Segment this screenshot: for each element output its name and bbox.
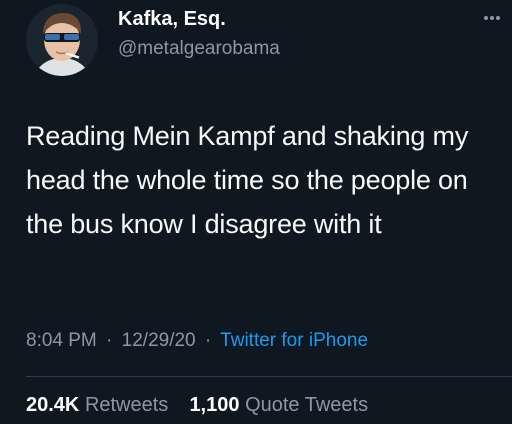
divider	[26, 376, 512, 377]
display-name[interactable]: Kafka, Esq.	[118, 8, 226, 31]
tweet-card: Kafka, Esq. @metalgearobama Reading Mein…	[0, 0, 512, 424]
meta-separator: ·	[106, 330, 113, 351]
tweet-time[interactable]: 8:04 PM	[26, 330, 97, 351]
tweet-source-link[interactable]: Twitter for iPhone	[220, 330, 368, 351]
engagement-stats: 20.4K Retweets 1,100 Quote Tweets	[26, 394, 368, 417]
more-options-icon[interactable]	[478, 6, 506, 30]
user-handle[interactable]: @metalgearobama	[118, 38, 280, 60]
tweet-date[interactable]: 12/29/20	[122, 330, 196, 351]
retweets-count: 20.4K	[26, 394, 80, 416]
retweets-stat[interactable]: 20.4K Retweets	[26, 394, 174, 416]
tweet-text: Reading Mein Kampf and shaking my head t…	[26, 121, 469, 239]
meta-separator-2: ·	[204, 330, 212, 351]
tweet-metadata: 8:04 PM · 12/29/20 · Twitter for iPhone	[26, 330, 368, 352]
avatar[interactable]	[26, 4, 98, 76]
quote-tweets-stat[interactable]: 1,100 Quote Tweets	[189, 394, 368, 416]
quote-tweets-count: 1,100	[189, 394, 240, 416]
quote-tweets-label: Quote Tweets	[245, 394, 369, 416]
retweets-label: Retweets	[84, 394, 169, 416]
profile-photo-icon	[26, 4, 98, 76]
